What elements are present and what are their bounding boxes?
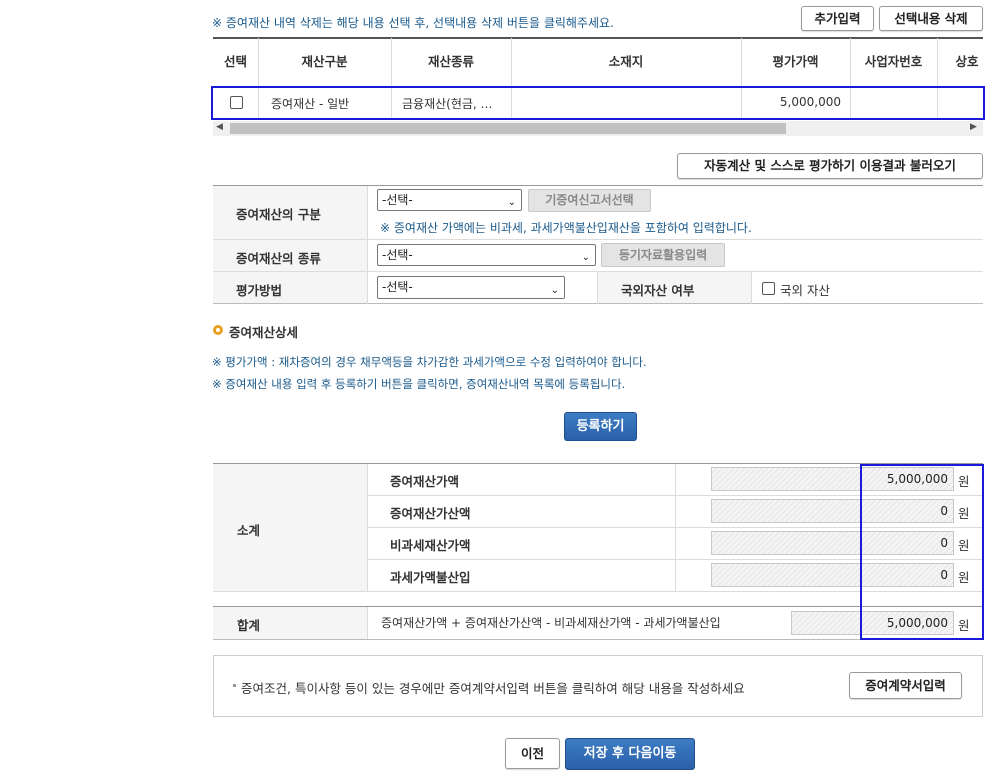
summary-label-gift-value: 증여재산가액 — [390, 474, 460, 489]
foreign-asset-label: 국외자산 여부 — [621, 283, 695, 298]
save-next-button[interactable]: 저장 후 다음이동 — [565, 738, 695, 770]
summary-label-added-value: 증여재산가산액 — [390, 506, 471, 521]
chevron-down-icon: ⌄ — [581, 252, 590, 263]
scrollbar-thumb[interactable] — [230, 123, 786, 134]
horizontal-scrollbar[interactable]: ◀ ▶ — [213, 121, 983, 136]
col-header-category: 재산구분 — [301, 54, 348, 69]
foreign-asset-checkbox[interactable] — [762, 282, 775, 295]
row-type: 금융재산(현금, … — [402, 97, 493, 111]
row-category: 증여재산 - 일반 — [271, 97, 350, 111]
prev-button[interactable]: 이전 — [505, 738, 560, 769]
bullet-dot-icon — [233, 684, 236, 687]
value-highlight-box — [860, 464, 984, 640]
delete-instruction-note: ※ 증여재산 내역 삭제는 해당 내용 선택 후, 선택내용 삭제 버튼을 클릭… — [212, 16, 614, 30]
col-header-biz-no: 사업자번호 — [864, 54, 923, 69]
type-select-value: -선택- — [382, 248, 413, 262]
delete-selected-button[interactable]: 선택내용 삭제 — [879, 6, 983, 31]
category-note: ※ 증여재산 가액에는 비과세, 과세가액불산입재산을 포함하여 입력합니다. — [380, 221, 752, 235]
method-select-value: -선택- — [382, 280, 413, 294]
load-auto-calc-button[interactable]: 자동계산 및 스스로 평가하기 이용결과 불러오기 — [677, 153, 983, 179]
method-select[interactable]: -선택- ⌄ — [377, 276, 565, 299]
category-select[interactable]: -선택- ⌄ — [377, 189, 522, 211]
col-header-select: 선택 — [223, 54, 247, 69]
foreign-asset-checkbox-label: 국외 자산 — [780, 283, 830, 298]
add-input-button[interactable]: 추가입력 — [801, 6, 874, 31]
detail-note-2: ※ 증여재산 내용 입력 후 등록하기 버튼을 클릭하면, 증여재산내역 목록에… — [212, 377, 626, 391]
detail-section-title: 증여재산상세 — [229, 325, 299, 340]
category-select-value: -선택- — [382, 193, 413, 207]
col-header-value: 평가가액 — [772, 54, 819, 69]
detail-note-1: ※ 평가가액 : 재차증여의 경우 채무액등을 차가감한 과세가액으로 수정 입… — [212, 355, 647, 369]
prior-return-select-button[interactable]: 기증여신고서선택 — [528, 189, 651, 212]
summary-label-nontaxable: 비과세재산가액 — [390, 538, 471, 553]
registry-data-button[interactable]: 등기자료활용입력 — [601, 243, 725, 267]
contract-note: 증여조건, 특이사항 등이 있는 경우에만 증여계약서입력 버튼을 클릭하여 해… — [241, 681, 745, 696]
type-label: 증여재산의 종류 — [236, 251, 321, 266]
category-label: 증여재산의 구분 — [236, 207, 321, 222]
row-value: 5,000,000 — [779, 95, 841, 109]
register-button[interactable]: 등록하기 — [564, 412, 637, 441]
col-header-location: 소재지 — [608, 54, 644, 69]
chevron-down-icon: ⌄ — [507, 197, 516, 208]
col-header-company: 상호 — [955, 54, 979, 69]
col-header-type: 재산종류 — [427, 54, 474, 69]
total-formula: 증여재산가액 + 증여재산가산액 - 비과세재산가액 - 과세가액불산입 — [381, 616, 721, 630]
subtotal-label: 소계 — [237, 523, 261, 538]
scroll-right-arrow-icon[interactable]: ▶ — [970, 122, 977, 132]
contract-input-button[interactable]: 증여계약서입력 — [849, 672, 962, 699]
chevron-down-icon: ⌄ — [550, 285, 559, 296]
method-label: 평가방법 — [236, 283, 283, 298]
summary-label-excluded: 과세가액불산입 — [390, 570, 471, 585]
row-select-checkbox[interactable] — [230, 96, 243, 109]
type-select[interactable]: -선택- ⌄ — [377, 244, 596, 266]
scroll-left-arrow-icon[interactable]: ◀ — [216, 122, 223, 132]
total-label: 합계 — [237, 618, 261, 633]
